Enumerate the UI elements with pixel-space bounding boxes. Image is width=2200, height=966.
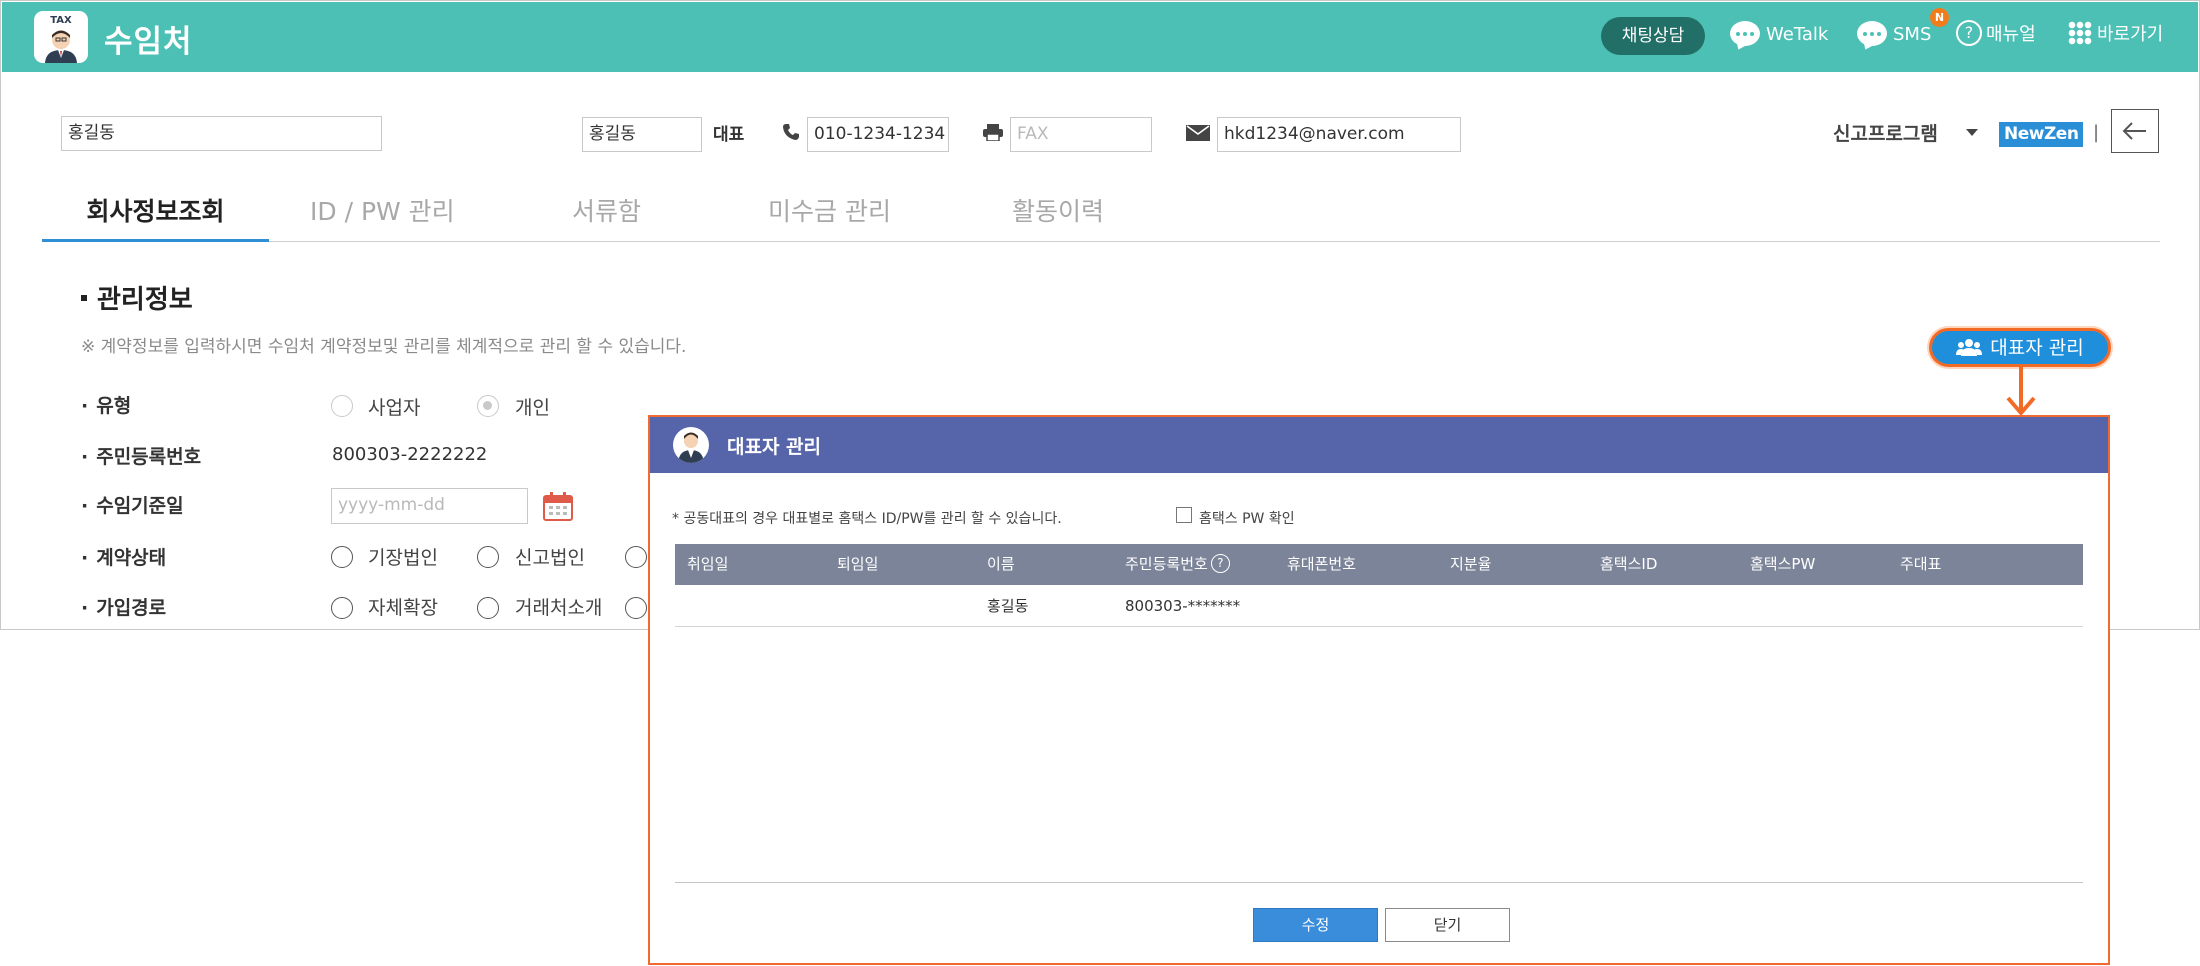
company-name-field[interactable]: 홍길동: [61, 116, 382, 151]
radio-client-referral[interactable]: [477, 597, 499, 619]
tab-activity-history[interactable]: 활동이력: [1012, 187, 1104, 242]
sms-link[interactable]: SMS: [1857, 20, 1931, 50]
phone-field[interactable]: 010-1234-1234: [807, 117, 949, 152]
help-icon: ?: [1956, 20, 1982, 46]
ceo-name-field[interactable]: 홍길동: [582, 117, 702, 152]
separator: |: [2093, 122, 2100, 143]
section-title: 관리정보: [81, 279, 193, 316]
save-button[interactable]: 수정: [1253, 908, 1378, 942]
radio-join-other[interactable]: [625, 597, 647, 619]
col-share: 지분율: [1450, 555, 1492, 573]
fax-printer-icon: [983, 124, 1003, 141]
report-program-dropdown[interactable]: 신고프로그램: [1833, 119, 1938, 146]
sms-label: SMS: [1893, 24, 1932, 45]
tab-id-pw[interactable]: ID / PW 관리: [310, 187, 455, 242]
col-main-ceo: 주대표: [1900, 555, 1942, 573]
back-button[interactable]: [2111, 109, 2159, 153]
tab-company-info[interactable]: 회사정보조회: [42, 187, 269, 242]
app-logo: TAX: [34, 11, 88, 63]
cell-rrn: 800303-*******: [1125, 597, 1241, 615]
help-icon[interactable]: ?: [1210, 554, 1230, 573]
radio-business[interactable]: [331, 395, 353, 417]
type-label: 유형: [81, 391, 131, 418]
radio-bookkeeping-corp-label: 기장법인: [368, 547, 438, 569]
radio-individual-label: 개인: [515, 397, 550, 419]
tax-person-icon: [45, 30, 77, 63]
calendar-icon[interactable]: [543, 492, 573, 521]
col-hometax-pw: 홈택스PW: [1750, 555, 1816, 573]
table-row[interactable]: 홍길동 800303-*******: [675, 585, 2083, 627]
ceo-label: 대표: [713, 125, 745, 145]
join-path-label: 가입경로: [81, 593, 166, 620]
col-rrn-label: 주민등록번호: [1125, 555, 1208, 573]
logo-text: TAX: [50, 15, 72, 26]
hometax-pw-checkbox[interactable]: [1176, 507, 1192, 523]
rrn-value: 800303-2222222: [332, 444, 488, 465]
newzen-logo: NewZen: [1999, 122, 2084, 147]
chat-consult-button[interactable]: 채팅상담: [1601, 17, 1705, 55]
radio-self-expansion[interactable]: [331, 597, 353, 619]
modal-title: 대표자 관리: [727, 436, 822, 458]
page-title: 수임처: [104, 24, 193, 60]
radio-business-label: 사업자: [368, 397, 421, 419]
table-header: 취임일 퇴임일 이름 주민등록번호? 휴대폰번호 지분율 홈택스ID 홈택스PW…: [675, 544, 2083, 585]
section-notice: ※ 계약정보를 입력하시면 수임처 계약정보및 관리를 체계적으로 관리 할 수…: [81, 337, 687, 357]
hometax-pw-checkbox-label[interactable]: 홈택스 PW 확인: [1199, 508, 1295, 528]
radio-filing-corp[interactable]: [477, 546, 499, 568]
col-hometax-id: 홈택스ID: [1600, 555, 1658, 573]
chat-bubble-icon: [1730, 20, 1760, 46]
radio-filing-corp-label: 신고법인: [515, 547, 585, 569]
phone-icon: [783, 124, 799, 140]
radio-contract-other[interactable]: [625, 546, 647, 568]
tab-receivables[interactable]: 미수금 관리: [768, 187, 891, 242]
person-icon: [678, 432, 704, 463]
manage-ceo-label: 대표자 관리: [1990, 337, 2084, 359]
fax-field[interactable]: FAX: [1010, 117, 1152, 152]
col-start-date: 취임일: [687, 555, 729, 573]
grid-menu-icon: [2068, 21, 2092, 45]
email-field[interactable]: hkd1234@naver.com: [1217, 117, 1461, 152]
chevron-down-icon[interactable]: [1966, 129, 1978, 136]
radio-self-expansion-label: 자체확장: [368, 597, 438, 619]
wetalk-label: WeTalk: [1766, 24, 1829, 45]
col-end-date: 퇴임일: [837, 555, 879, 573]
arrow-left-icon: [2122, 122, 2146, 140]
sms-new-badge: N: [1930, 8, 1949, 27]
avatar: [673, 427, 709, 463]
col-mobile: 휴대폰번호: [1287, 555, 1357, 573]
shortcut-label: 바로가기: [2097, 24, 2164, 45]
mail-icon: [1186, 125, 1210, 141]
sms-bubble-icon: [1857, 20, 1887, 46]
contract-status-label: 계약상태: [81, 543, 166, 570]
ceo-table: 취임일 퇴임일 이름 주민등록번호? 휴대폰번호 지분율 홈택스ID 홈택스PW…: [675, 544, 2083, 627]
table-bottom-divider: [675, 882, 2083, 883]
start-date-input[interactable]: yyyy-mm-dd: [331, 488, 528, 524]
ceo-management-modal: 대표자 관리 * 공동대표의 경우 대표별로 홈택스 ID/PW를 관리 할 수…: [648, 415, 2110, 965]
radio-individual[interactable]: [477, 395, 499, 417]
col-name: 이름: [987, 555, 1015, 573]
arrow-down-icon: [2006, 367, 2036, 417]
close-button[interactable]: 닫기: [1385, 908, 1510, 942]
shortcut-link[interactable]: 바로가기: [2068, 20, 2163, 50]
modal-notice: * 공동대표의 경우 대표별로 홈택스 ID/PW를 관리 할 수 있습니다.: [672, 511, 1062, 527]
tab-bar: 회사정보조회 ID / PW 관리 서류함 미수금 관리 활동이력: [42, 187, 2160, 242]
manual-link[interactable]: ? 매뉴얼: [1956, 20, 2036, 50]
radio-bookkeeping-corp[interactable]: [331, 546, 353, 568]
rrn-label: 주민등록번호: [81, 442, 201, 469]
manage-ceo-button[interactable]: 대표자 관리: [1929, 328, 2111, 367]
top-header: TAX 수임처 채팅상담 WeTalk SMS N ? 매뉴얼 바로가기: [2, 2, 2198, 72]
modal-header: 대표자 관리: [650, 417, 2108, 473]
col-rrn: 주민등록번호?: [1125, 544, 1230, 585]
tab-documents[interactable]: 서류함: [572, 187, 641, 242]
start-date-label: 수임기준일: [81, 491, 183, 518]
cell-name: 홍길동: [987, 597, 1029, 615]
users-icon: [1956, 338, 1983, 356]
wetalk-link[interactable]: WeTalk: [1730, 20, 1828, 50]
radio-client-referral-label: 거래처소개: [515, 597, 603, 619]
manual-label: 매뉴얼: [1986, 24, 2036, 45]
